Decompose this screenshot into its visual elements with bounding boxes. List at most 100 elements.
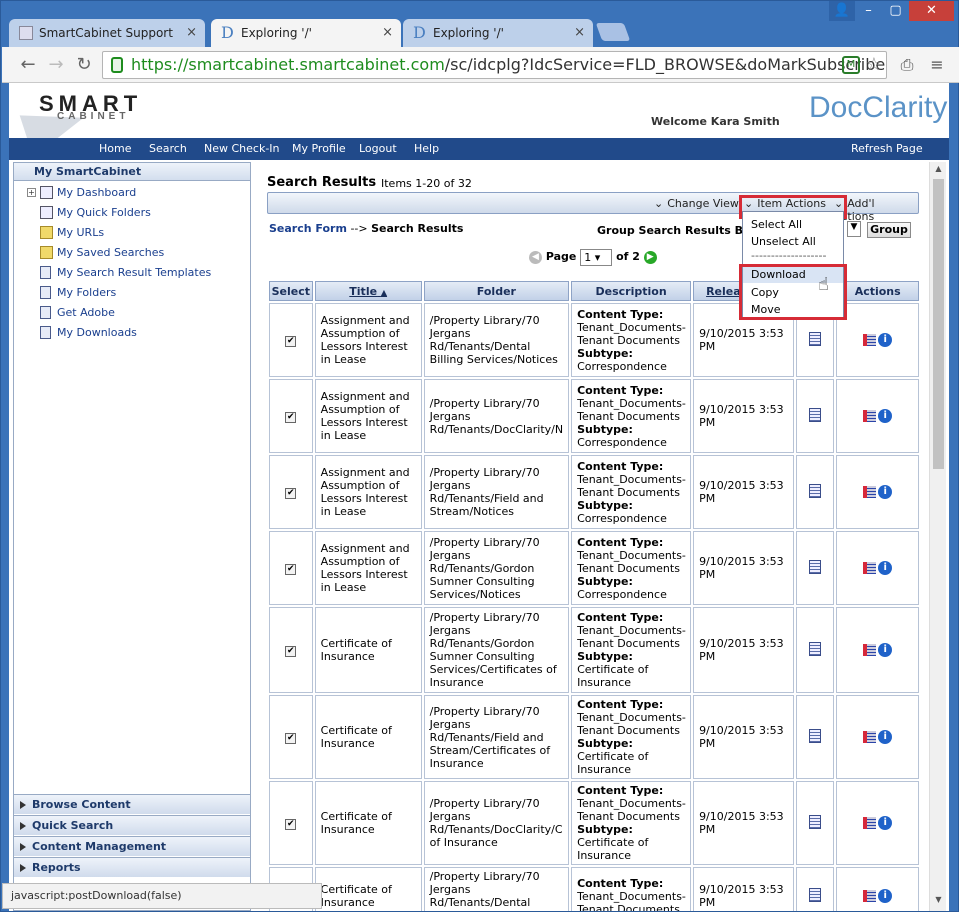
prev-page-icon[interactable]: ◀ xyxy=(529,250,542,264)
tab-smartcabinet-support[interactable]: SmartCabinet Support × xyxy=(9,19,205,47)
expand-icon[interactable]: + xyxy=(27,188,36,197)
page-select[interactable]: 1 ▾ xyxy=(580,248,613,266)
menu-icon[interactable]: ≡ xyxy=(925,53,949,77)
sidebar-item-my-dashboard[interactable]: + My Dashboard xyxy=(14,183,250,203)
info-icon[interactable]: i xyxy=(878,730,893,744)
row-title[interactable]: Assignment and Assumption of Lessors Int… xyxy=(314,303,422,377)
page-scrollbar[interactable]: ▲ ▼ xyxy=(929,162,946,911)
document-icon[interactable] xyxy=(809,483,822,498)
row-title[interactable]: Assignment and Assumption of Lessors Int… xyxy=(314,455,422,529)
info-icon[interactable]: i xyxy=(878,333,893,347)
group-button[interactable]: Group xyxy=(867,222,911,238)
nav-refresh-page[interactable]: Refresh Page xyxy=(851,142,923,155)
menu-unselect-all[interactable]: Unselect All xyxy=(751,235,816,248)
sidebar-item-my-folders[interactable]: My Folders xyxy=(14,283,250,303)
reload-icon[interactable]: ↻ xyxy=(72,53,96,77)
row-checkbox[interactable]: ✔ xyxy=(285,819,297,830)
actions-menu-icon[interactable] xyxy=(863,731,877,743)
row-checkbox[interactable]: ✔ xyxy=(285,488,297,499)
scroll-down-icon[interactable]: ▼ xyxy=(930,895,947,909)
row-title[interactable]: Certificate of Insurance xyxy=(314,607,422,693)
sidebar-item-my-saved-searches[interactable]: My Saved Searches xyxy=(14,243,250,263)
col-folder[interactable]: Folder xyxy=(423,281,570,301)
row-title[interactable]: Certificate of Insurance xyxy=(314,781,422,865)
actions-menu-icon[interactable] xyxy=(863,334,877,346)
address-bar[interactable]: https://smartcabinet.smartcabinet.com/sc… xyxy=(102,51,887,79)
row-title[interactable]: Assignment and Assumption of Lessors Int… xyxy=(314,379,422,453)
document-icon[interactable] xyxy=(809,641,822,656)
info-icon[interactable]: i xyxy=(878,643,893,657)
maximize-icon[interactable]: ▢ xyxy=(882,1,909,21)
sidebar-item-my-quick-folders[interactable]: My Quick Folders xyxy=(14,203,250,223)
group-by-select[interactable]: ▼ xyxy=(847,221,861,237)
row-checkbox[interactable]: ✔ xyxy=(285,336,297,347)
nav-home[interactable]: Home xyxy=(99,142,131,155)
scroll-up-icon[interactable]: ▲ xyxy=(930,164,947,178)
change-view-button[interactable]: Change View xyxy=(654,197,739,210)
sidebar-item-my-downloads[interactable]: My Downloads xyxy=(14,323,250,343)
sidebar-item-my-urls[interactable]: My URLs xyxy=(14,223,250,243)
search-form-link[interactable]: Search Form xyxy=(269,222,347,235)
nav-new-checkin[interactable]: New Check-In xyxy=(204,142,280,155)
minimize-icon[interactable]: – xyxy=(855,1,882,21)
info-icon[interactable]: i xyxy=(878,485,893,499)
tab-exploring-active[interactable]: D Exploring '/' × xyxy=(211,19,401,47)
content-type-label: Content Type: xyxy=(577,698,664,711)
extension-pdf-icon[interactable]: ⎙ xyxy=(895,53,919,77)
section-quick-search[interactable]: Quick Search xyxy=(14,815,250,835)
close-tab-icon[interactable]: × xyxy=(186,19,197,47)
next-page-icon[interactable]: ▶ xyxy=(643,250,657,264)
info-icon[interactable]: i xyxy=(878,409,893,423)
user-icon[interactable]: 👤 xyxy=(829,1,855,21)
document-icon[interactable] xyxy=(809,887,822,902)
nav-search[interactable]: Search xyxy=(149,142,187,155)
info-icon[interactable]: i xyxy=(878,561,893,575)
star-icon[interactable]: ☆ xyxy=(866,52,882,78)
extension-icon[interactable]: M xyxy=(842,56,860,74)
menu-select-all[interactable]: Select All xyxy=(751,218,802,231)
section-browse-content[interactable]: Browse Content xyxy=(14,794,250,814)
sidebar-item-label: My URLs xyxy=(57,226,105,239)
actions-menu-icon[interactable] xyxy=(863,486,877,498)
content-type-label: Content Type: xyxy=(577,876,664,890)
document-icon[interactable] xyxy=(809,814,822,829)
back-icon[interactable]: ← xyxy=(16,53,40,77)
document-icon[interactable] xyxy=(809,728,822,743)
tab-exploring[interactable]: D Exploring '/' × xyxy=(403,19,593,47)
nav-logout[interactable]: Logout xyxy=(359,142,397,155)
sidebar-item-my-search-result-templates[interactable]: My Search Result Templates xyxy=(14,263,250,283)
row-checkbox[interactable]: ✔ xyxy=(285,646,297,657)
document-icon[interactable] xyxy=(809,559,822,574)
row-checkbox[interactable]: ✔ xyxy=(285,412,297,423)
section-content-management[interactable]: Content Management xyxy=(14,836,250,856)
close-window-icon[interactable]: ✕ xyxy=(909,1,954,21)
document-icon[interactable] xyxy=(809,331,822,346)
row-title[interactable]: Certificate of Insurance xyxy=(314,867,422,911)
nav-my-profile[interactable]: My Profile xyxy=(292,142,346,155)
col-select[interactable]: Select xyxy=(269,281,313,301)
content-type-value: Tenant_Documents-Tenant Documents xyxy=(577,889,686,912)
row-checkbox[interactable]: ✔ xyxy=(285,733,297,744)
nav-help[interactable]: Help xyxy=(414,142,439,155)
info-icon[interactable]: i xyxy=(878,816,893,830)
actions-menu-icon[interactable] xyxy=(863,817,877,829)
actions-menu-icon[interactable] xyxy=(863,410,877,422)
actions-menu-icon[interactable] xyxy=(863,644,877,656)
row-title[interactable]: Certificate of Insurance xyxy=(314,695,422,779)
actions-menu-icon[interactable] xyxy=(863,562,877,574)
new-tab-button[interactable] xyxy=(595,23,631,41)
row-title[interactable]: Assignment and Assumption of Lessors Int… xyxy=(314,531,422,605)
col-description[interactable]: Description xyxy=(571,281,692,301)
scroll-thumb[interactable] xyxy=(933,179,944,469)
close-tab-icon[interactable]: × xyxy=(574,19,585,47)
sidebar-item-get-adobe[interactable]: Get Adobe xyxy=(14,303,250,323)
close-tab-icon[interactable]: × xyxy=(382,19,393,47)
forward-icon[interactable]: → xyxy=(44,53,68,77)
col-title[interactable]: Title ▲ xyxy=(314,281,422,301)
info-icon[interactable]: i xyxy=(878,889,893,903)
row-checkbox[interactable]: ✔ xyxy=(285,564,297,575)
subtype-label: Subtype: xyxy=(577,346,633,360)
actions-menu-icon[interactable] xyxy=(863,890,877,902)
document-icon[interactable] xyxy=(809,407,822,422)
section-reports[interactable]: Reports xyxy=(14,857,250,877)
